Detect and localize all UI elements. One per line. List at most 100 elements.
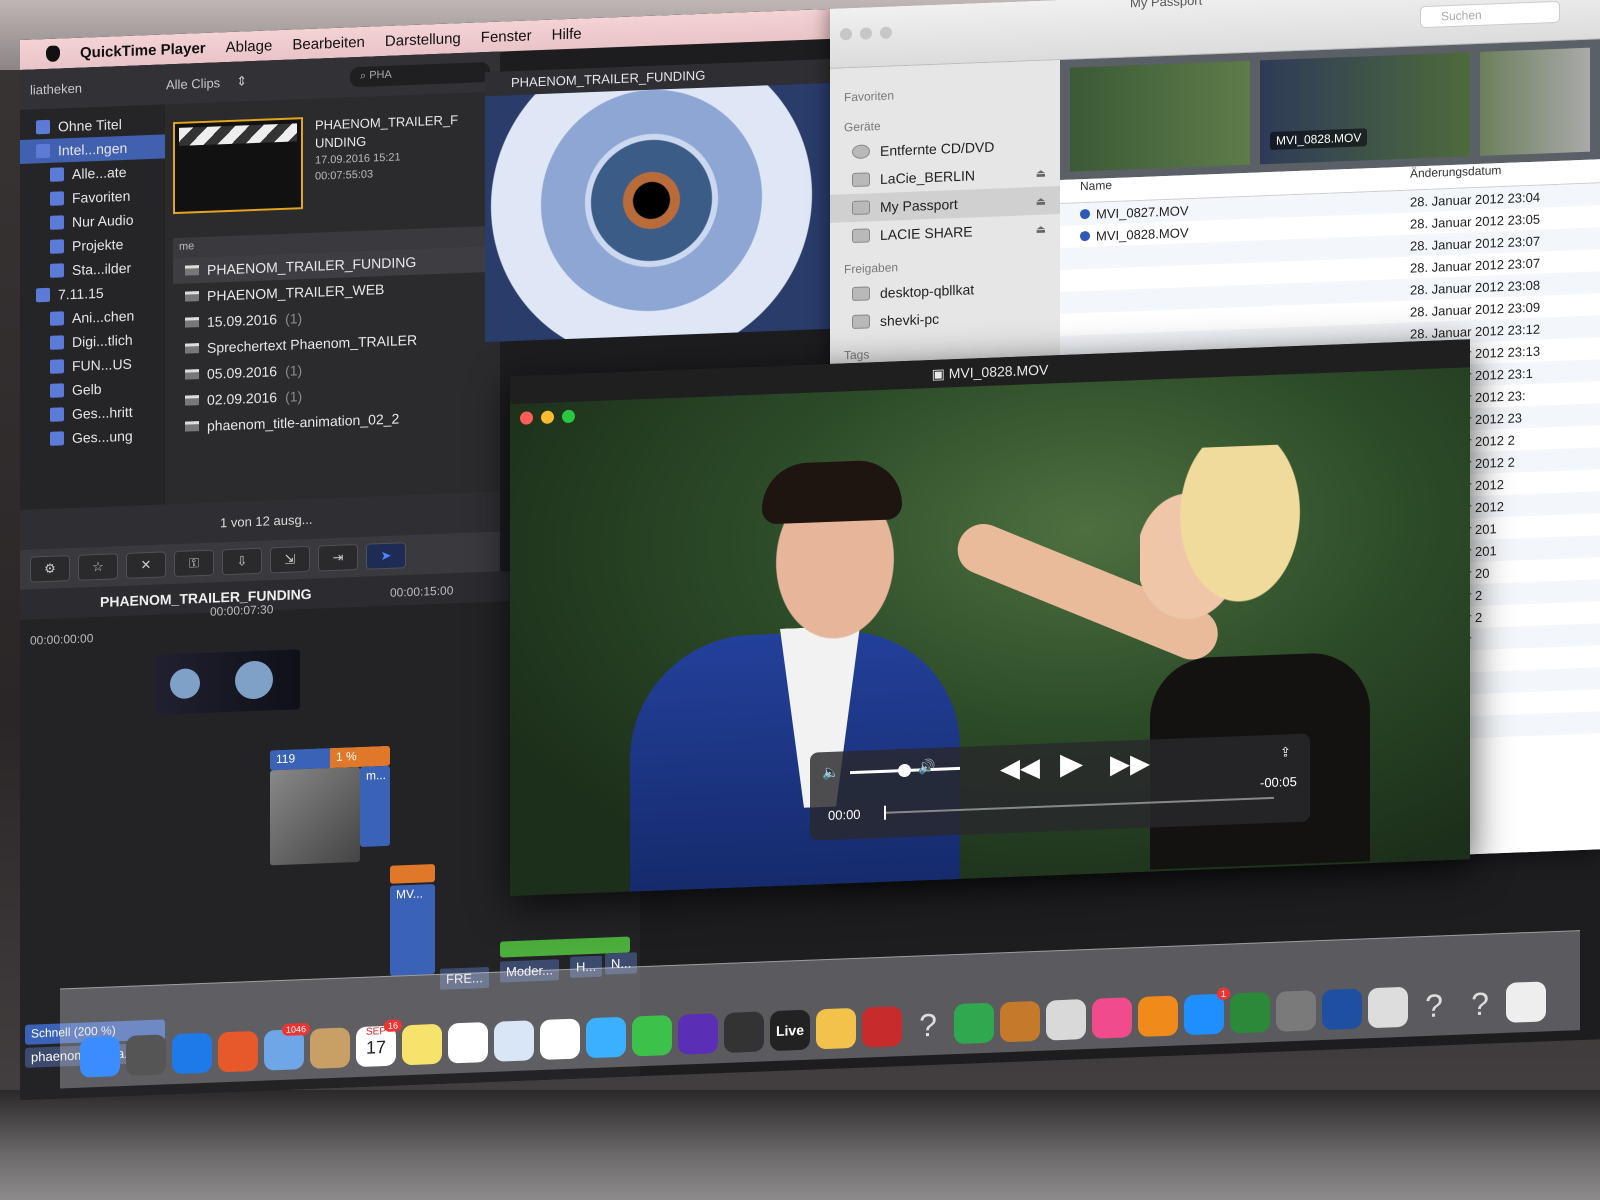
dock-mail-icon[interactable]: 1046 <box>264 1022 310 1071</box>
dock-script-icon[interactable] <box>816 1007 856 1050</box>
clip-icon <box>185 421 199 432</box>
eject-icon[interactable]: ⏏ <box>1036 194 1046 207</box>
folder-icon <box>50 167 64 182</box>
dock-acrobat-icon[interactable] <box>862 1006 902 1048</box>
folder-icon <box>50 407 64 422</box>
menu-fenster[interactable]: Fenster <box>481 27 532 46</box>
minimize-icon[interactable] <box>860 27 872 40</box>
dock-launchpad-icon[interactable] <box>126 1034 166 1076</box>
close-icon[interactable] <box>520 411 533 425</box>
clip-filter-dropdown[interactable]: Alle Clips <box>166 75 220 92</box>
apple-icon[interactable] <box>46 45 60 63</box>
timecode-start: 00:00:00:00 <box>30 631 94 648</box>
dock-calendar-icon[interactable]: SEP 17 16 <box>356 1019 402 1068</box>
zoom-icon[interactable] <box>880 26 892 39</box>
menu-darstellung[interactable]: Darstellung <box>385 30 461 50</box>
dock-contacts-icon[interactable] <box>310 1027 350 1069</box>
dock-ibooks-icon[interactable] <box>1138 995 1178 1038</box>
folder-icon <box>50 311 64 326</box>
dock-facetime-icon[interactable] <box>632 1014 672 1057</box>
dock-system-prefs-icon[interactable] <box>1276 990 1316 1032</box>
clip-icon <box>185 291 199 302</box>
dock-safari-icon[interactable] <box>172 1032 212 1075</box>
dock-timemachine-icon[interactable] <box>1230 991 1270 1034</box>
timeline-clip-earth[interactable] <box>155 649 300 715</box>
scrubber[interactable] <box>884 796 1274 814</box>
dock-itunes-icon[interactable] <box>1092 997 1132 1039</box>
dock-imovie-icon[interactable] <box>678 1013 718 1055</box>
timeline-clip-m[interactable]: m... <box>360 765 390 847</box>
eject-icon[interactable]: ⏏ <box>1036 166 1046 179</box>
library-item[interactable]: Ges...ung <box>20 422 165 452</box>
dock-live-icon[interactable]: Live <box>770 1009 810 1052</box>
timeline-transition-clip[interactable] <box>270 766 360 866</box>
clip-icon <box>185 343 199 354</box>
finder-title: My Passport <box>1130 0 1203 11</box>
volume-low-icon[interactable]: 🔈 <box>822 764 839 782</box>
timeline-clip-mv[interactable]: MV... <box>390 884 435 976</box>
menu-app-name[interactable]: QuickTime Player <box>80 39 206 61</box>
dock-help-icon[interactable]: ? <box>908 1004 948 1046</box>
dock-messages-icon[interactable] <box>586 1016 626 1059</box>
gear-icon[interactable]: ⚙ <box>30 555 70 583</box>
chevron-updown-icon[interactable]: ⇕ <box>236 73 247 89</box>
dock-help-icon[interactable]: ? <box>1414 985 1454 1027</box>
sidebar-shared-label: shevki-pc <box>880 310 940 329</box>
earth-icon <box>235 660 273 700</box>
zoom-icon[interactable] <box>562 409 575 424</box>
dock-help-icon[interactable]: ? <box>1460 983 1500 1025</box>
dock-final-cut-icon[interactable] <box>724 1011 764 1053</box>
preview-thumb[interactable] <box>1070 60 1250 172</box>
file-name-cell <box>1080 268 1410 281</box>
eject-icon[interactable]: ⏏ <box>1036 222 1046 235</box>
dock-finder-icon[interactable] <box>80 1036 120 1078</box>
movie-file-icon: ▣ <box>931 365 949 382</box>
key-icon[interactable]: ⚿ <box>174 549 214 578</box>
dock-quicktime-icon[interactable] <box>1322 988 1362 1030</box>
file-name-cell <box>1080 312 1410 325</box>
rewind-icon[interactable]: ◀◀ <box>1000 752 1040 785</box>
insert-clip-icon[interactable]: ⇲ <box>270 545 310 574</box>
preview-thumb[interactable] <box>1480 47 1590 156</box>
dock-garageband-icon[interactable] <box>1000 1000 1040 1043</box>
dock-reminders-icon[interactable] <box>448 1022 488 1064</box>
dock-document-icon[interactable] <box>1368 986 1408 1029</box>
connect-clip-icon[interactable]: ⇩ <box>222 547 262 576</box>
folder-icon <box>50 335 64 350</box>
volume-slider[interactable] <box>850 766 960 775</box>
share-icon[interactable]: ⇪ <box>1280 744 1291 760</box>
append-clip-icon[interactable]: ⇥ <box>318 544 358 572</box>
selected-clip-card[interactable]: PHAENOM_TRAILER_FUNDING 17.09.2016 15:21… <box>173 100 492 232</box>
finder-search-input[interactable]: Suchen <box>1420 0 1560 29</box>
file-name-cell <box>1080 290 1410 303</box>
dock-keynote-icon[interactable] <box>1046 999 1086 1041</box>
clapper-thumbnail-icon[interactable] <box>173 117 303 215</box>
dock-photos-icon[interactable] <box>540 1018 580 1061</box>
timeline-orange-marker[interactable] <box>390 864 435 884</box>
close-icon[interactable] <box>840 28 852 41</box>
dock-numbers-icon[interactable] <box>954 1002 994 1045</box>
clip-title: PHAENOM_TRAILER_FUNDING <box>315 112 459 151</box>
volume-high-icon[interactable]: 🔊 <box>918 758 935 776</box>
dock-firefox-icon[interactable] <box>218 1030 258 1073</box>
dock-window-icon[interactable] <box>1506 981 1546 1023</box>
dock-notes-icon[interactable] <box>402 1023 442 1066</box>
reject-icon[interactable]: ✕ <box>126 551 166 579</box>
clip-119-label: 119 <box>270 748 330 771</box>
star-icon[interactable]: ☆ <box>78 553 118 581</box>
dock-appstore-icon[interactable]: 1 <box>1184 987 1230 1036</box>
fast-forward-icon[interactable]: ▶▶ <box>1110 748 1150 781</box>
browser-search-field[interactable]: ⌕ PHA <box>350 61 490 88</box>
menu-bearbeiten[interactable]: Bearbeiten <box>292 33 365 53</box>
video-frame[interactable]: 🔈 🔊 ◀◀ ▶ ▶▶ ⇪ 00:00 -00:05 <box>510 367 1470 897</box>
library-item-label: Nur Audio <box>72 211 134 231</box>
library-sidebar: Ohne Titel Intel...ngen Alle...ate Favorite… <box>20 104 165 511</box>
menu-ablage[interactable]: Ablage <box>226 37 273 56</box>
library-item-label: Ges...ung <box>72 427 133 447</box>
minimize-icon[interactable] <box>541 410 554 424</box>
play-icon[interactable]: ▶ <box>1060 746 1083 782</box>
menu-hilfe[interactable]: Hilfe <box>552 25 582 43</box>
dock-preview-icon[interactable] <box>494 1020 534 1062</box>
col-date[interactable]: Änderungsdatum <box>1410 163 1501 190</box>
select-tool-icon[interactable]: ➤ <box>366 542 406 570</box>
